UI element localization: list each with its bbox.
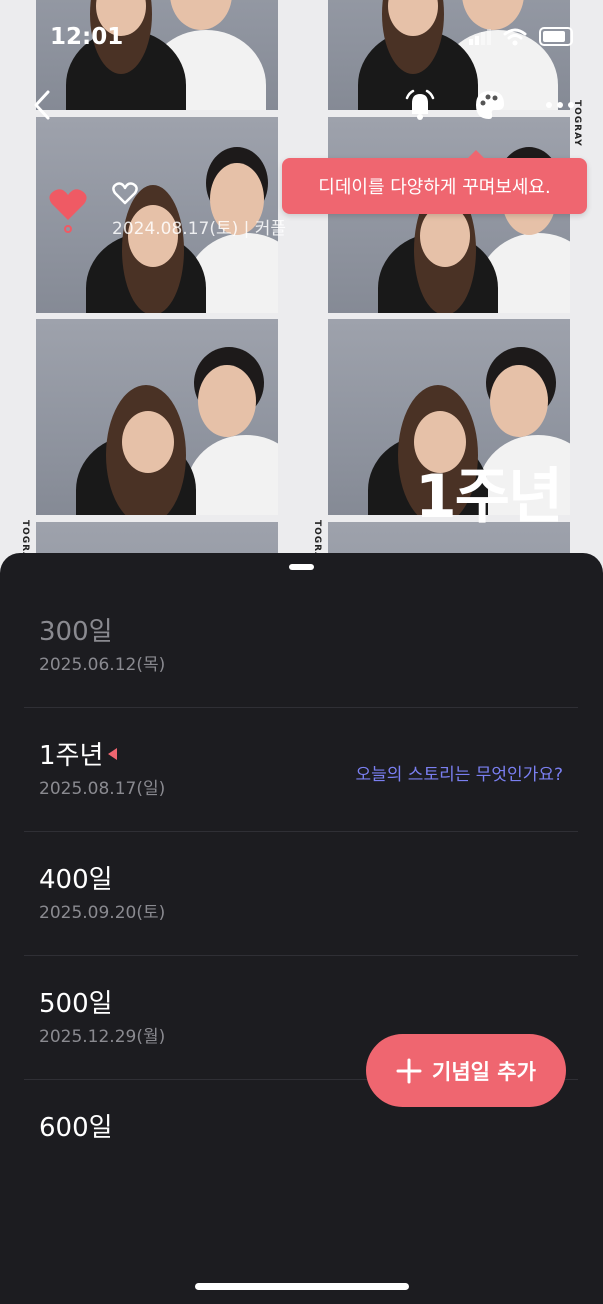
- anniversary-item[interactable]: 300일 2025.06.12(목): [24, 584, 578, 708]
- more-button[interactable]: [541, 86, 579, 124]
- current-marker-icon: [108, 748, 117, 760]
- photo-strip-left: TOGRAY: [20, 0, 278, 580]
- story-link[interactable]: 오늘의 스토리는 무엇인가요?: [355, 760, 563, 785]
- anniversary-title: 400일: [39, 865, 113, 895]
- sheet-grabber[interactable]: [289, 564, 314, 570]
- anniversary-item[interactable]: 1주년 2025.08.17(일) 오늘의 스토리는 무엇인가요?: [24, 708, 578, 832]
- signal-icon: [469, 28, 491, 45]
- heart-pin-icon: [49, 189, 87, 233]
- anniversary-date: 2025.09.20(토): [39, 903, 166, 923]
- more-dots-icon: [546, 102, 574, 108]
- anniversary-list: 300일 2025.06.12(목) 1주년 2025.08.17(일) 오늘의…: [24, 584, 578, 1203]
- plus-icon: [396, 1058, 422, 1083]
- tooltip-text: 디데이를 다양하게 꾸며보세요.: [318, 177, 551, 198]
- alarm-bell-icon: [405, 89, 435, 120]
- palette-icon: [476, 91, 504, 119]
- alarm-button[interactable]: [401, 86, 439, 124]
- anniversary-title: 600일: [39, 1113, 113, 1143]
- top-nav-actions: [401, 86, 579, 124]
- add-anniversary-label: 기념일 추가: [432, 1059, 536, 1084]
- photo-frame: [328, 117, 570, 313]
- anniversary-date: 2025.08.17(일): [39, 779, 166, 799]
- anniversary-item[interactable]: 400일 2025.09.20(토): [24, 832, 578, 956]
- status-icons: [469, 27, 573, 46]
- battery-icon: [539, 27, 573, 46]
- back-arrow-icon[interactable]: [28, 88, 58, 122]
- anniversary-title: 500일: [39, 989, 113, 1019]
- theme-button[interactable]: [471, 86, 509, 124]
- anniversary-sheet: 300일 2025.06.12(목) 1주년 2025.08.17(일) 오늘의…: [0, 553, 603, 1304]
- couple-start-date: 2024.08.17(토) | 커플: [112, 219, 287, 239]
- anniversary-date: 2025.12.29(월): [39, 1027, 166, 1047]
- heart-outline-icon: [112, 182, 138, 205]
- status-time: 12:01: [50, 24, 124, 50]
- wifi-icon: [503, 28, 527, 45]
- photo-frame: [36, 319, 278, 515]
- customize-tooltip[interactable]: 디데이를 다양하게 꾸며보세요.: [282, 150, 587, 214]
- add-anniversary-button[interactable]: 기념일 추가: [366, 1034, 566, 1107]
- anniversary-title: 300일: [39, 617, 113, 647]
- status-bar: 12:01: [0, 0, 603, 76]
- anniversary-date: 2025.06.12(목): [39, 655, 166, 675]
- home-indicator[interactable]: [195, 1283, 409, 1290]
- anniversary-title: 1주년: [39, 741, 104, 771]
- anniversary-overlay-text: 1주년: [415, 462, 563, 532]
